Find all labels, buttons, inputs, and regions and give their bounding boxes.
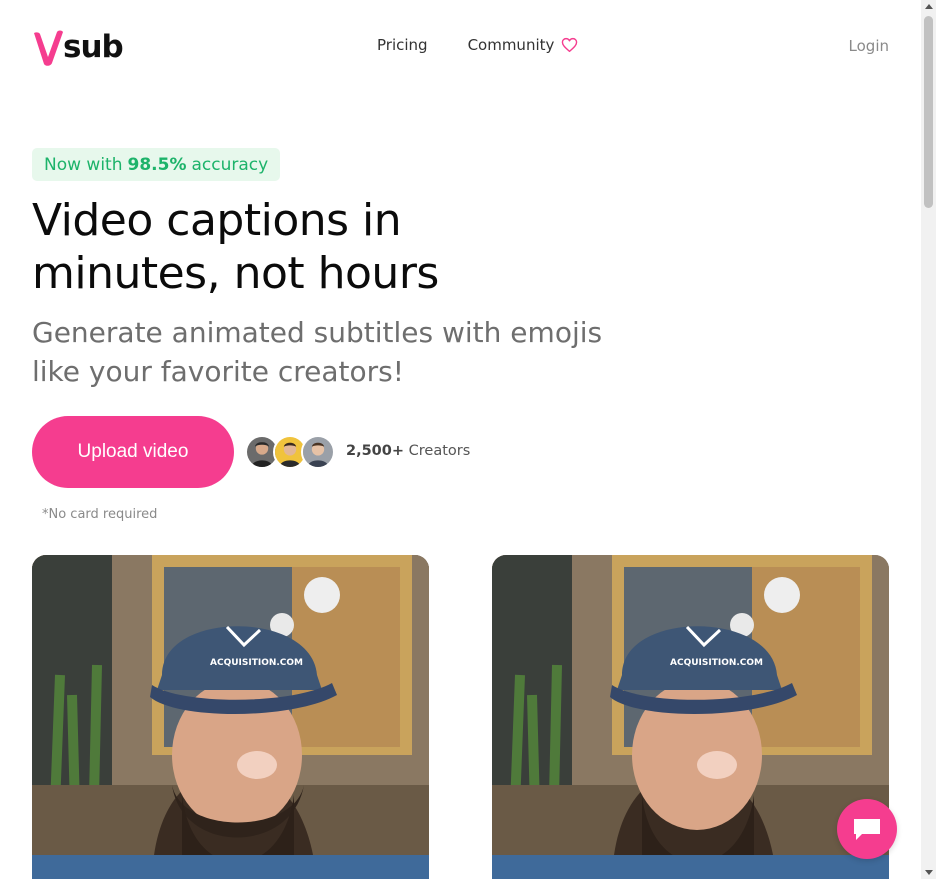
chat-button[interactable]	[837, 799, 897, 859]
creators-count-value: 2,500+	[346, 443, 405, 459]
scroll-up-arrow-icon[interactable]	[925, 4, 933, 9]
scroll-down-arrow-icon[interactable]	[925, 870, 933, 875]
accuracy-badge: Now with 98.5% accuracy	[32, 148, 281, 181]
video-thumbnail: ACQUISITION.COM	[32, 555, 429, 879]
nav-pricing[interactable]: Pricing	[377, 36, 428, 54]
headline: Video captions in minutes, not hours	[32, 194, 592, 300]
creators-count: 2,500+ Creators	[346, 443, 470, 459]
badge-value: 98.5%	[127, 154, 187, 175]
headline-line2: minutes, not hours	[32, 248, 439, 299]
cap-logo-text: ACQUISITION.COM	[210, 658, 303, 668]
subheadline: Generate animated subtitles with emojis …	[32, 313, 632, 391]
nav-community[interactable]: Community	[468, 36, 579, 54]
subhead-line2: like your favorite creators!	[32, 355, 404, 388]
badge-suffix: accuracy	[191, 154, 269, 175]
logo[interactable]: sub	[32, 28, 124, 68]
logo-text: sub	[63, 29, 124, 65]
upload-video-button[interactable]: Upload video	[32, 416, 234, 488]
heart-icon	[562, 37, 578, 53]
avatar	[301, 435, 335, 469]
chat-bubble-icon	[854, 819, 880, 840]
headline-line1: Video captions in	[32, 195, 402, 246]
no-card-note: *No card required	[42, 507, 158, 522]
creators-count-label: Creators	[408, 443, 471, 459]
main-nav: Pricing Community	[377, 36, 578, 54]
cap-logo-text: ACQUISITION.COM	[670, 658, 763, 668]
subhead-line1: Generate animated subtitles with emojis	[32, 316, 603, 349]
page: sub Pricing Community Login Now with 98.…	[0, 0, 921, 879]
logo-v-icon	[34, 30, 63, 66]
badge-prefix: Now with	[44, 154, 123, 175]
video-preview-after[interactable]: ACQUISITION.COM	[492, 555, 889, 879]
video-thumbnail: ACQUISITION.COM	[492, 555, 889, 879]
scrollbar-thumb[interactable]	[924, 16, 933, 208]
login-link[interactable]: Login	[849, 37, 889, 55]
creator-avatars	[245, 435, 335, 469]
vertical-scrollbar[interactable]	[921, 0, 936, 879]
video-preview-before[interactable]: ACQUISITION.COM	[32, 555, 429, 879]
nav-community-label: Community	[467, 36, 555, 54]
